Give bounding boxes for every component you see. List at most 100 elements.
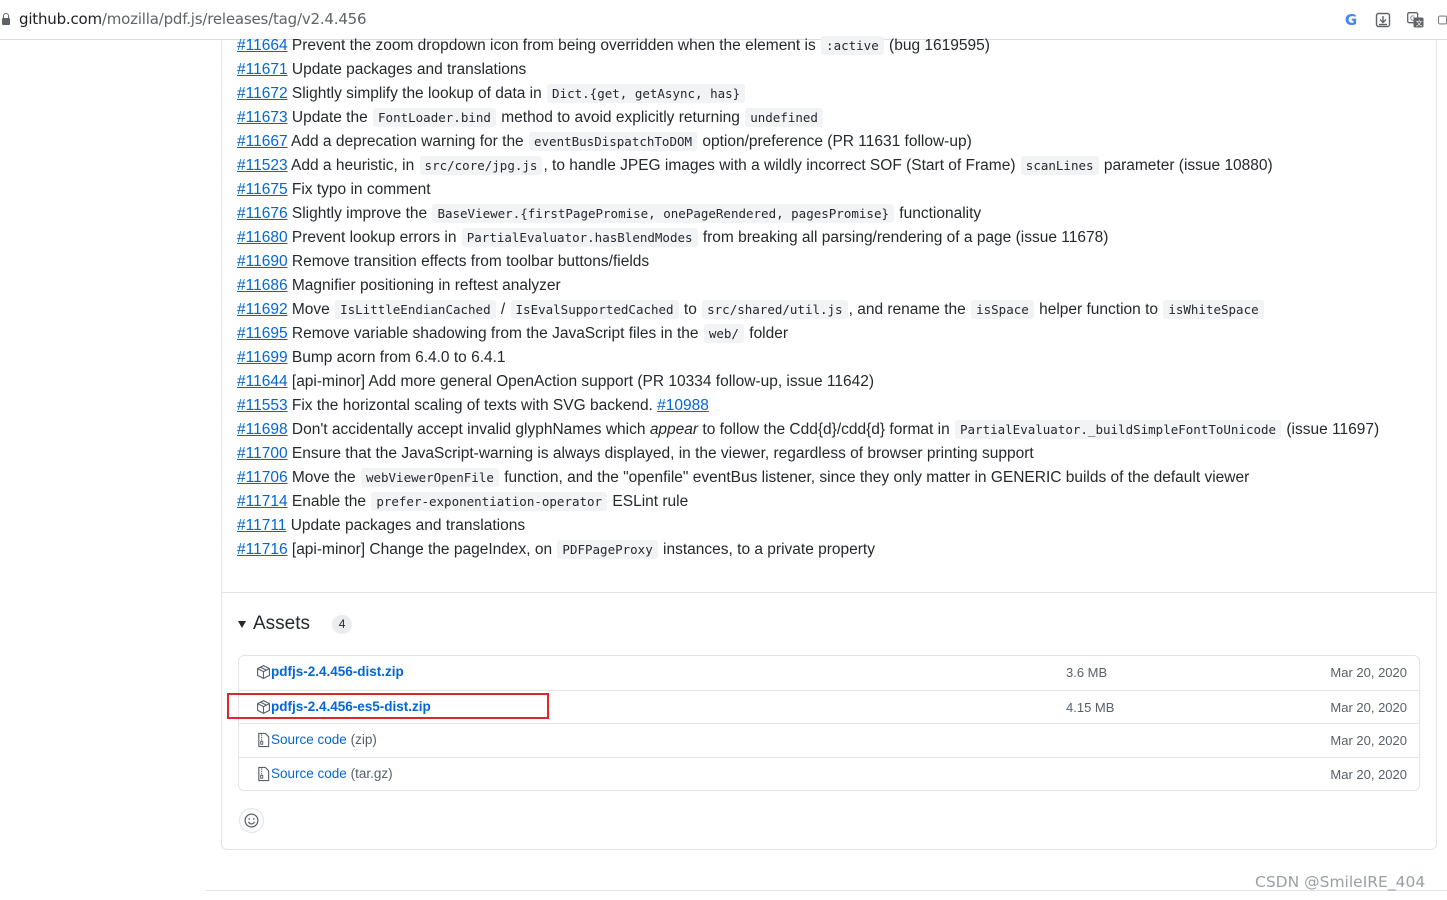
release-note-item: #11714 Enable the prefer-exponentiation-… — [237, 490, 688, 514]
pr-link[interactable]: #11686 — [237, 277, 288, 294]
note-text: Add a heuristic, in — [287, 157, 419, 174]
translate-icon[interactable]: G文 — [1406, 11, 1424, 29]
note-text: , to handle JPEG images with a wildly in… — [543, 157, 1020, 174]
note-text: , and rename the — [848, 301, 971, 318]
pr-link[interactable]: #11664 — [237, 37, 288, 54]
url-field[interactable]: github.com/mozilla/pdf.js/releases/tag/v… — [19, 10, 367, 28]
pr-link[interactable]: #11716 — [237, 541, 288, 558]
note-text: (bug 1619595) — [884, 37, 990, 54]
asset-download-link[interactable]: Source code (zip) — [271, 732, 377, 747]
note-text: Enable the — [287, 493, 371, 510]
release-note-item: #11698 Don't accidentally accept invalid… — [237, 418, 1379, 442]
inline-code: eventBusDispatchToDOM — [529, 132, 698, 151]
pr-link[interactable]: #11523 — [237, 157, 288, 174]
pr-link[interactable]: #11671 — [237, 61, 288, 78]
asset-row: Source code (zip) Mar 20, 2020 — [239, 723, 1419, 756]
note-text: Don't accidentally accept invalid glyphN… — [287, 421, 650, 438]
asset-ext: (tar.gz) — [350, 765, 393, 781]
inline-code: :active — [821, 36, 884, 55]
note-text: to follow the Cdd{d}/cdd{d} format in — [698, 421, 954, 438]
inline-code: isSpace — [971, 300, 1034, 319]
note-text: Fix typo in comment — [287, 181, 431, 198]
pr-link[interactable]: #11690 — [237, 253, 288, 270]
asset-download-link[interactable]: Source code (tar.gz) — [271, 766, 393, 781]
inline-code: webViewerOpenFile — [360, 468, 499, 487]
pr-link[interactable]: #11700 — [237, 445, 288, 462]
section-divider — [222, 592, 1436, 593]
note-text: Slightly improve the — [287, 205, 432, 222]
pr-link[interactable]: #11706 — [237, 469, 288, 486]
release-note-item: #11644 [api-minor] Add more general Open… — [237, 370, 874, 394]
note-text: instances, to a private property — [658, 541, 875, 558]
note-text: Update packages and translations — [287, 61, 527, 78]
note-text: Prevent lookup errors in — [287, 229, 461, 246]
inline-code: src/core/jpg.js — [419, 156, 543, 175]
pr-link[interactable]: #11676 — [237, 205, 288, 222]
pr-link[interactable]: #11673 — [237, 109, 288, 126]
pr-link[interactable]: #11711 — [237, 517, 286, 534]
release-note-item: #11675 Fix typo in comment — [237, 178, 431, 202]
release-note-item: #11692 Move IsLittleEndianCached / IsEva… — [237, 298, 1265, 322]
annotation-highlight-box — [227, 693, 549, 719]
pr-link[interactable]: #11692 — [237, 301, 288, 318]
add-reaction-button[interactable] — [239, 808, 264, 833]
pr-link[interactable]: #11698 — [237, 421, 288, 438]
note-text: option/preference (PR 11631 follow-up) — [698, 133, 972, 150]
note-text: from breaking all parsing/rendering of a… — [698, 229, 1109, 246]
assets-title: Assets — [253, 613, 311, 634]
release-note-item: #11680 Prevent lookup errors in PartialE… — [237, 226, 1108, 250]
note-text: Update packages and translations — [286, 517, 526, 534]
pr-link[interactable]: #11672 — [237, 85, 288, 102]
extension-icon[interactable] — [1438, 11, 1447, 29]
pr-link[interactable]: #11644 — [237, 373, 288, 390]
assets-summary[interactable]: Assets 4 — [238, 613, 353, 635]
pr-link[interactable]: #11675 — [237, 181, 288, 198]
asset-date: Mar 20, 2020 — [1330, 733, 1407, 748]
download-icon[interactable] — [1374, 11, 1392, 29]
google-icon[interactable]: G — [1342, 11, 1360, 29]
watermark: CSDN @SmileIRE_404 — [1255, 873, 1426, 891]
note-text: (issue 11697) — [1282, 421, 1380, 438]
pr-link[interactable]: #11699 — [237, 349, 288, 366]
release-note-item: #11700 Ensure that the JavaScript-warnin… — [237, 442, 1034, 466]
release-note-item: #11667 Add a deprecation warning for the… — [237, 130, 972, 154]
inline-code: scanLines — [1020, 156, 1099, 175]
asset-name: Source code — [271, 765, 347, 781]
note-text: Move the — [287, 469, 360, 486]
issue-link[interactable]: #10988 — [657, 397, 709, 414]
release-note-item: #11706 Move the webViewerOpenFile functi… — [237, 466, 1249, 490]
inline-code: IsLittleEndianCached — [335, 300, 496, 319]
inline-code: IsEvalSupportedCached — [510, 300, 679, 319]
inline-code: web/ — [703, 324, 744, 343]
release-note-item: #11686 Magnifier positioning in reftest … — [237, 274, 561, 298]
asset-row: pdfjs-2.4.456-dist.zip 3.6 MB Mar 20, 2020 — [239, 656, 1419, 689]
release-note-item: #11671 Update packages and translations — [237, 58, 526, 82]
lock-icon[interactable] — [2, 13, 10, 25]
svg-text:文: 文 — [1415, 19, 1422, 28]
pr-link[interactable]: #11714 — [237, 493, 288, 510]
note-text: Add a deprecation warning for the — [287, 133, 528, 150]
pr-link[interactable]: #11553 — [237, 397, 288, 414]
asset-date: Mar 20, 2020 — [1330, 665, 1407, 680]
note-text: Remove variable shadowing from the JavaS… — [287, 325, 703, 342]
inline-code: PDFPageProxy — [557, 540, 658, 559]
inline-code: src/shared/util.js — [702, 300, 848, 319]
pr-link[interactable]: #11667 — [237, 133, 288, 150]
inline-code: PartialEvaluator._buildSimpleFontToUnico… — [955, 420, 1282, 439]
release-note-item: #11695 Remove variable shadowing from th… — [237, 322, 788, 346]
release-note-item: #11672 Slightly simplify the lookup of d… — [237, 82, 746, 106]
asset-download-link[interactable]: pdfjs-2.4.456-dist.zip — [271, 664, 404, 679]
note-text: functionality — [895, 205, 982, 222]
asset-date: Mar 20, 2020 — [1330, 699, 1407, 715]
inline-code: FontLoader.bind — [373, 108, 496, 127]
note-text: folder — [744, 325, 789, 342]
note-text: [api-minor] Add more general OpenAction … — [287, 373, 875, 390]
assets-count-badge: 4 — [332, 614, 353, 634]
pr-link[interactable]: #11695 — [237, 325, 288, 342]
url-path: /mozilla/pdf.js/releases/tag/v2.4.456 — [101, 10, 367, 28]
pr-link[interactable]: #11680 — [237, 229, 288, 246]
asset-row: Source code (tar.gz) Mar 20, 2020 — [239, 756, 1419, 790]
release-note-item: #11523 Add a heuristic, in src/core/jpg.… — [237, 154, 1273, 178]
triangle-down-icon — [238, 620, 246, 628]
inline-code: PartialEvaluator.hasBlendModes — [461, 228, 698, 247]
